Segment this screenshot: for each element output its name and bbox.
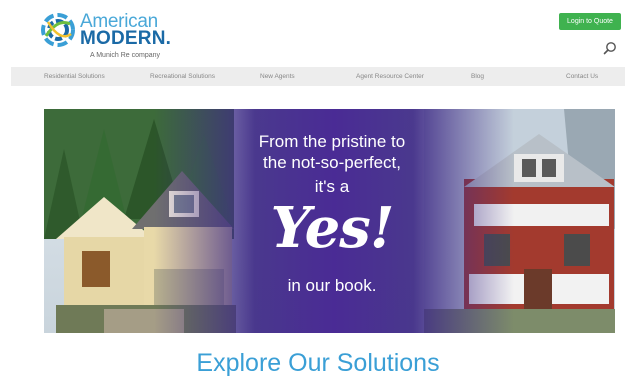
nav-item-new-agents[interactable]: New Agents	[260, 67, 295, 86]
nav-item-blog[interactable]: Blog	[471, 67, 484, 86]
search-icon[interactable]	[603, 41, 617, 55]
hero-emphasis: Yes!	[270, 195, 395, 261]
hero-text: From the pristine to the not-so-perfect,…	[234, 109, 430, 333]
logo-tagline: A Munich Re company	[90, 52, 161, 59]
hero-line-1: From the pristine to	[258, 132, 406, 151]
logo-wordmark-bottom: MODERN.	[80, 28, 172, 49]
explore-solutions-heading: Explore Our Solutions	[196, 349, 440, 377]
main-nav: Residential Solutions Recreational Solut…	[11, 67, 625, 86]
logo-mark-icon	[41, 13, 75, 47]
hero-line-4: in our book.	[287, 276, 377, 295]
hero-banner[interactable]: From the pristine to the not-so-perfect,…	[44, 109, 615, 333]
hero-line-2: the not-so-perfect,	[263, 153, 401, 172]
nav-item-agent-resource-center[interactable]: Agent Resource Center	[356, 67, 424, 86]
site-logo[interactable]: American MODERN. A Munich Re company	[40, 10, 180, 62]
hero-line-3: it's a	[314, 177, 350, 196]
nav-item-recreational-solutions[interactable]: Recreational Solutions	[150, 67, 215, 86]
login-to-quote-button[interactable]: Login to Quote	[559, 13, 621, 30]
nav-item-contact-us[interactable]: Contact Us	[566, 67, 598, 86]
nav-item-residential-solutions[interactable]: Residential Solutions	[44, 67, 105, 86]
